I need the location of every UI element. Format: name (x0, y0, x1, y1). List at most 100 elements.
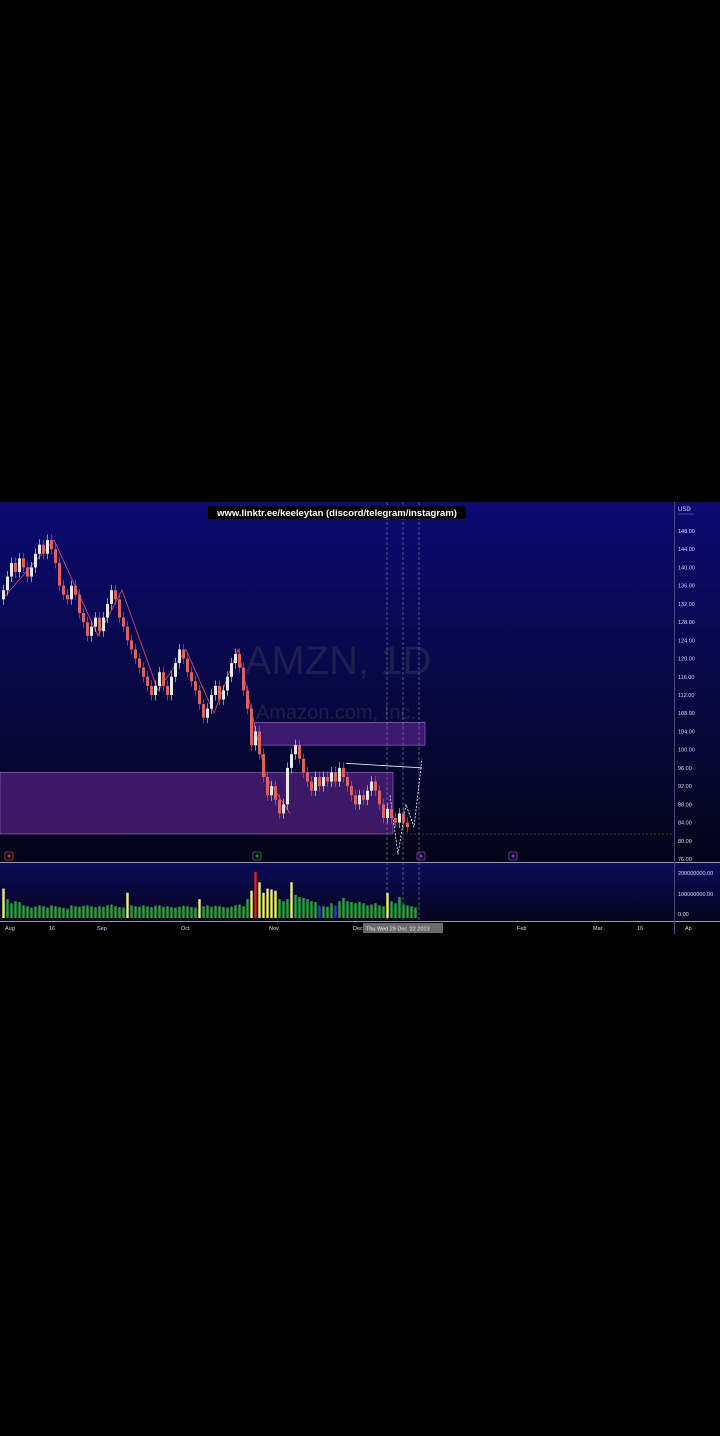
zone-1 (253, 722, 426, 746)
candle-body (10, 562, 13, 577)
candle-body (138, 658, 141, 668)
candle-body (150, 685, 153, 695)
price-tick-label: 116.00 (678, 675, 694, 681)
candle-body (46, 540, 49, 554)
candle-body (98, 617, 101, 632)
candle-body (250, 708, 253, 746)
candle-body (90, 626, 93, 636)
price-tick-label: 124.00 (678, 638, 695, 644)
volume-bar (42, 906, 45, 918)
volume-bar (274, 890, 277, 918)
candle-body (170, 676, 173, 695)
volume-bar (174, 907, 177, 918)
volume-bar (234, 905, 237, 918)
candle-body (294, 745, 297, 755)
volume-bar (34, 906, 37, 918)
candle-body (2, 590, 5, 600)
candle-body (58, 562, 61, 586)
volume-bar (18, 902, 21, 918)
volume-bar (322, 906, 325, 918)
volume-bar (386, 892, 389, 918)
price-tick-label: 104.00 (678, 729, 695, 735)
volume-bar (294, 894, 297, 918)
volume-bar (2, 888, 5, 918)
candle-body (322, 777, 325, 787)
candle-body (202, 704, 205, 718)
price-tick-label: 148.00 (678, 529, 695, 535)
volume-bar (258, 882, 261, 918)
candle-body (278, 799, 281, 814)
candle-body (390, 808, 393, 818)
volume-bar (278, 899, 281, 918)
volume-tick-label: 0.00 (678, 912, 689, 918)
candle-body (258, 731, 261, 755)
volume-tick-label: 200000000.00 (678, 871, 713, 877)
candle-body (218, 685, 221, 700)
candle-body (274, 786, 277, 800)
volume-bar (166, 906, 169, 918)
banner-text[interactable]: www.linktr.ee/keeleytan (discord/telegra… (216, 508, 457, 519)
volume-bar (266, 888, 269, 918)
candle-body (174, 663, 177, 677)
crosshair-time-label: Thu Wed 29 Dec '22 2023 (366, 927, 430, 933)
volume-bar (70, 905, 73, 918)
candle-body (30, 567, 33, 577)
candle-body (346, 777, 349, 787)
currency-label[interactable]: USD (678, 507, 691, 513)
volume-bar (250, 890, 253, 918)
time-tick-label: Mar (593, 926, 603, 932)
candle-body (298, 745, 301, 759)
volume-bar (162, 906, 165, 918)
candle-body (74, 585, 77, 595)
event-marker-dot (255, 854, 259, 858)
price-tick-label: 108.00 (678, 711, 695, 717)
candle-body (398, 813, 401, 823)
volume-bar (342, 897, 345, 918)
volume-bar (58, 907, 61, 918)
candle-body (38, 544, 41, 554)
volume-bar (390, 901, 393, 918)
volume-bar (346, 901, 349, 918)
candle-body (86, 622, 89, 636)
volume-bar (82, 905, 85, 918)
volume-bar (126, 892, 129, 918)
price-tick-label: 96.00 (678, 766, 692, 772)
amzn-candlestick-chart[interactable]: AMZN, 1D Amazon.com, Inc. 148.00 144.00 14… (0, 502, 720, 934)
candle-body (126, 626, 129, 641)
time-tick-label: Ap (685, 926, 692, 932)
candle-body (334, 772, 337, 782)
candle-body (166, 685, 169, 695)
volume-bar (326, 906, 329, 918)
candle-body (290, 754, 293, 768)
candle-body (286, 767, 289, 805)
time-tick-label: Sep (97, 926, 107, 932)
candle-body (338, 767, 341, 782)
candle-body (190, 672, 193, 682)
price-tick-label: 128.00 (678, 620, 695, 626)
volume-bar (178, 906, 181, 918)
candle-body (226, 676, 229, 691)
volume-bar (194, 907, 197, 918)
volume-bar (26, 906, 29, 918)
time-tick-label: Dec (353, 926, 363, 932)
watermark-company: Amazon.com, Inc. (256, 702, 416, 724)
candle-body (234, 654, 237, 664)
volume-bar (158, 905, 161, 918)
candle-body (330, 772, 333, 782)
volume-bar (94, 907, 97, 918)
volume-bar (182, 905, 185, 918)
candle-body (130, 640, 133, 650)
candle-body (110, 590, 113, 604)
candle-body (146, 676, 149, 686)
volume-bar (218, 906, 221, 918)
candle-body (254, 731, 257, 746)
candle-body (262, 754, 265, 777)
candle-body (394, 818, 397, 823)
candle-body (178, 649, 181, 664)
volume-bar (106, 905, 109, 918)
candle-body (102, 617, 105, 632)
candle-body (162, 672, 165, 686)
candle-body (106, 603, 109, 618)
volume-bar (146, 906, 149, 918)
candle-body (134, 649, 137, 659)
